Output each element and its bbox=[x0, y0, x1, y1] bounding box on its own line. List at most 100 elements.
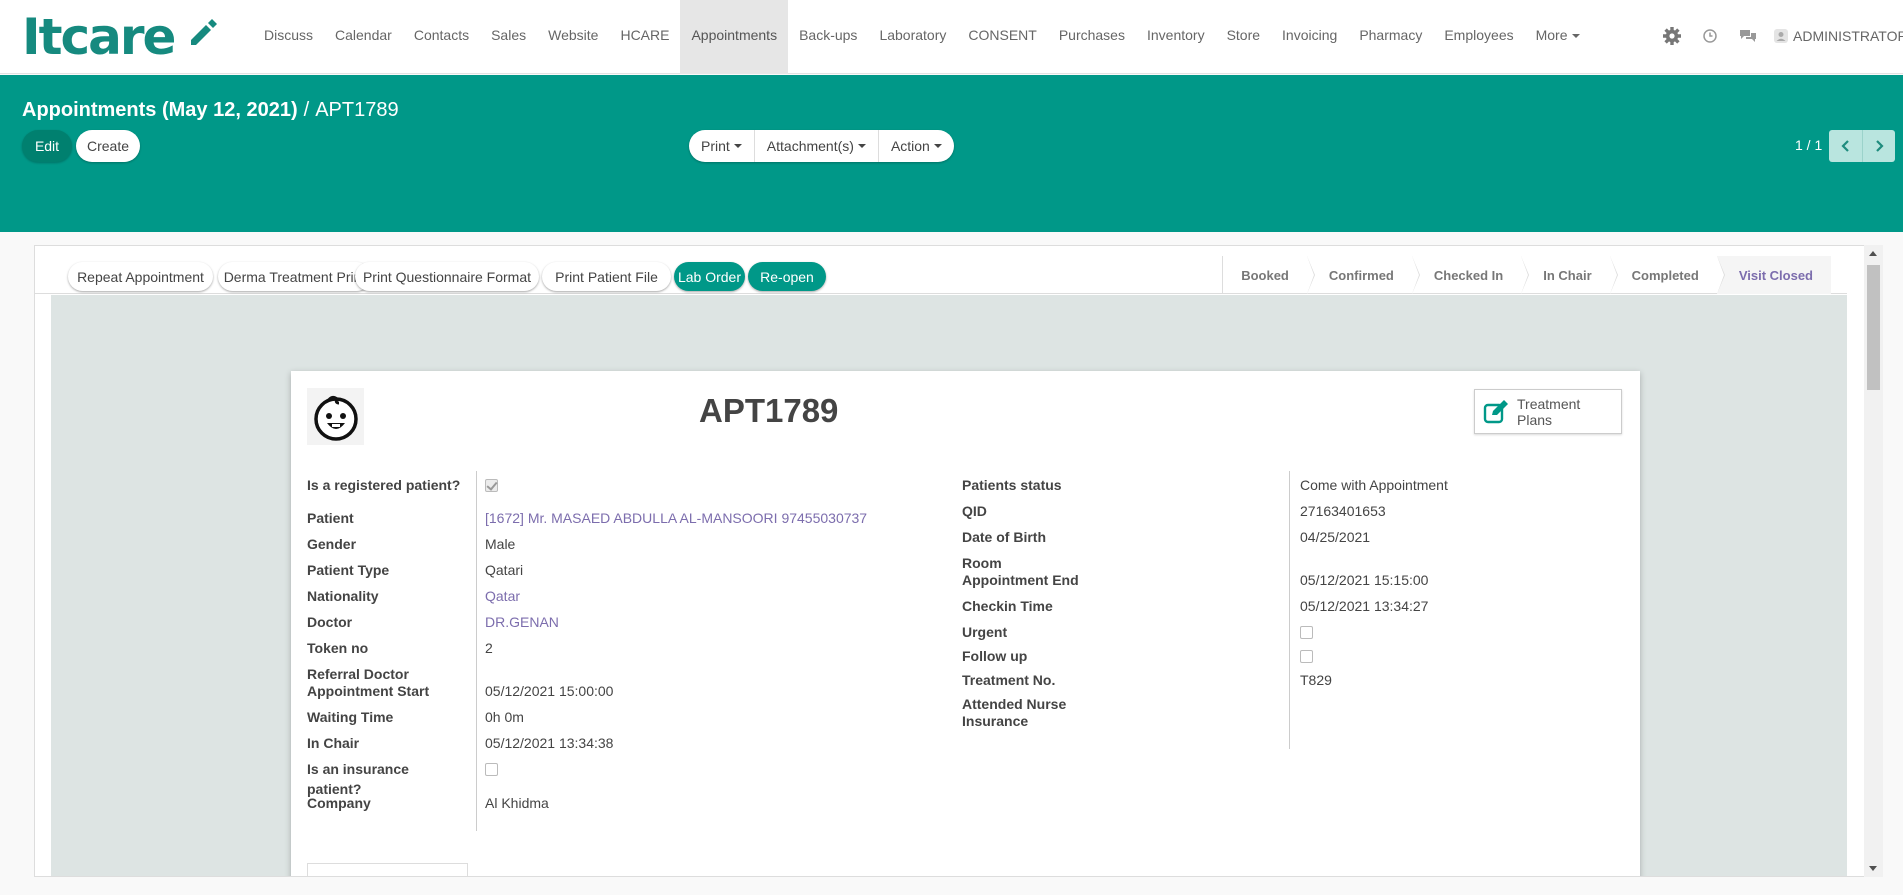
menu-item-label: Pharmacy bbox=[1359, 27, 1423, 43]
menu-item-calendar[interactable]: Calendar bbox=[324, 0, 403, 74]
top-navbar: Itcare Discuss Calendar Contacts Sales Websi… bbox=[0, 0, 1903, 74]
treatment-plans-button[interactable]: Treatment Plans bbox=[1474, 389, 1622, 434]
breadcrumb-parent[interactable]: Appointments (May 12, 2021) bbox=[22, 99, 298, 121]
sheet-background: APT1789 Treatment Plans Is a registered … bbox=[51, 295, 1847, 876]
menu-item-label: HCARE bbox=[620, 27, 670, 43]
user-menu[interactable]: ADMINISTRATOR bbox=[1767, 28, 1903, 44]
field-value[interactable]: Qatar bbox=[485, 586, 520, 606]
app-logo[interactable]: Itcare bbox=[22, 8, 176, 66]
menu-item-back-ups[interactable]: Back-ups bbox=[788, 0, 868, 74]
menu-item-sales[interactable]: Sales bbox=[480, 0, 537, 74]
breadcrumb-current: APT1789 bbox=[315, 99, 399, 121]
pager-previous-button[interactable] bbox=[1829, 130, 1862, 162]
edit-button[interactable]: Edit bbox=[22, 130, 72, 162]
print-patient-file-button[interactable]: Print Patient File bbox=[542, 262, 671, 291]
menu-item-discuss[interactable]: Discuss bbox=[253, 0, 324, 74]
field-checkbox[interactable] bbox=[1300, 626, 1313, 639]
menu-item-website[interactable]: Website bbox=[537, 0, 609, 74]
pencil-icon bbox=[186, 16, 218, 51]
field-checkbox[interactable] bbox=[485, 479, 498, 492]
vertical-scrollbar[interactable] bbox=[1864, 245, 1883, 877]
menu-item-consent[interactable]: CONSENT bbox=[957, 0, 1047, 74]
menu-item-invoicing[interactable]: Invoicing bbox=[1271, 0, 1348, 74]
field-label: Doctor bbox=[307, 614, 353, 630]
scrollbar-thumb[interactable] bbox=[1867, 265, 1880, 390]
field-value: 04/25/2021 bbox=[1300, 529, 1371, 545]
field-value[interactable]: [1672] Mr. MASAED ABDULLA AL-MANSOORI 97… bbox=[485, 508, 867, 528]
action-dropdown[interactable]: Action bbox=[879, 130, 954, 162]
menu-item-more[interactable]: More bbox=[1525, 0, 1591, 74]
activity-clock-icon[interactable] bbox=[1691, 24, 1729, 48]
menu-item-pharmacy[interactable]: Pharmacy bbox=[1348, 0, 1433, 74]
field-divider bbox=[1289, 471, 1290, 749]
stage-booked[interactable]: Booked bbox=[1223, 256, 1315, 294]
menu-item-store[interactable]: Store bbox=[1216, 0, 1271, 74]
menu-item-label: Sales bbox=[491, 27, 527, 43]
tab-treatments[interactable]: Treatments bbox=[813, 863, 883, 876]
stage-completed[interactable]: Completed bbox=[1610, 256, 1725, 294]
create-button[interactable]: Create bbox=[76, 130, 140, 162]
field-value: 05/12/2021 15:00:00 bbox=[485, 683, 614, 699]
menu-item-laboratory[interactable]: Laboratory bbox=[868, 0, 957, 74]
stage-pipeline: Booked Confirmed Checked In In Chair Complet… bbox=[1222, 256, 1831, 294]
field-label: In Chair bbox=[307, 735, 360, 751]
field-label: Insurance bbox=[962, 713, 1029, 729]
attachments-label: Attachment(s) bbox=[766, 138, 854, 154]
messages-chat-icon[interactable] bbox=[1729, 24, 1767, 48]
field-label: Is a registered patient? bbox=[307, 477, 461, 493]
field-label: Date of Birth bbox=[962, 529, 1046, 545]
menu-item-hcare[interactable]: HCARE bbox=[609, 0, 680, 74]
field-label: Patients status bbox=[962, 477, 1062, 493]
form-sheet: APT1789 Treatment Plans Is a registered … bbox=[291, 371, 1640, 876]
derma-treatment-print-button[interactable]: Derma Treatment Print bbox=[218, 262, 371, 291]
stage-confirmed[interactable]: Confirmed bbox=[1307, 256, 1420, 294]
tab-clinical-assessment[interactable]: Clinical Assessment bbox=[307, 863, 468, 876]
control-panel: Appointments (May 12, 2021) / APT1789 Edit… bbox=[0, 75, 1903, 232]
field-value: 27163401653 bbox=[1300, 503, 1386, 519]
scroll-up-arrow-icon[interactable] bbox=[1869, 251, 1877, 256]
tab-payment-lines[interactable]: Payment Lines bbox=[928, 863, 1021, 876]
re-open-button[interactable]: Re-open bbox=[748, 262, 826, 291]
field-label: Appointment End bbox=[962, 572, 1079, 588]
pager-value[interactable]: 1 / 1 bbox=[1795, 137, 1822, 153]
menu-item-label: Inventory bbox=[1146, 27, 1205, 43]
tab-attachments[interactable]: Attachments bbox=[1049, 863, 1127, 876]
print-label: Print bbox=[701, 138, 730, 154]
field-value: 05/12/2021 15:15:00 bbox=[1300, 572, 1429, 588]
field-divider bbox=[476, 471, 477, 831]
field-value: Al Khidma bbox=[485, 795, 549, 811]
menu-item-contacts[interactable]: Contacts bbox=[403, 0, 480, 74]
menu-item-label: Purchases bbox=[1058, 27, 1125, 43]
print-questionnaire-format-button[interactable]: Print Questionnaire Format bbox=[355, 262, 539, 291]
caret-down-icon bbox=[733, 144, 742, 148]
menu-item-appointments[interactable]: Appointments bbox=[680, 0, 789, 74]
logo-text: Itcare bbox=[22, 8, 176, 66]
tab-prescriptions[interactable]: Prescriptions bbox=[691, 863, 772, 876]
menu-item-employees[interactable]: Employees bbox=[1433, 0, 1524, 74]
field-checkbox[interactable] bbox=[1300, 650, 1313, 663]
stage-in-chair[interactable]: In Chair bbox=[1521, 256, 1619, 294]
tab-notes[interactable]: Notes bbox=[1184, 863, 1221, 876]
pager-next-button[interactable] bbox=[1862, 130, 1895, 162]
patient-avatar[interactable] bbox=[307, 388, 364, 445]
scroll-down-arrow-icon[interactable] bbox=[1869, 866, 1877, 871]
form-view: APT1789 Treatment Plans Is a registered … bbox=[34, 245, 1883, 877]
field-label: Patient Type bbox=[307, 562, 390, 578]
attachments-dropdown[interactable]: Attachment(s) bbox=[755, 130, 879, 162]
menu-item-label: Employees bbox=[1444, 27, 1514, 43]
menu-item-label: Website bbox=[548, 27, 599, 43]
menu-item-inventory[interactable]: Inventory bbox=[1136, 0, 1216, 74]
print-dropdown[interactable]: Print bbox=[689, 130, 755, 162]
menu-item-label: Back-ups bbox=[799, 27, 858, 43]
field-value[interactable]: DR.GENAN bbox=[485, 612, 559, 632]
settings-gear-icon[interactable] bbox=[1653, 24, 1691, 48]
field-checkbox[interactable] bbox=[485, 763, 498, 776]
menu-item-purchases[interactable]: Purchases bbox=[1048, 0, 1136, 74]
field-label: Appointment Start bbox=[307, 683, 430, 699]
tab-complaints-and-findings[interactable]: Complaints and Findings bbox=[493, 863, 647, 876]
stage-checked-in[interactable]: Checked In bbox=[1412, 256, 1530, 294]
repeat-appointment-button[interactable]: Repeat Appointment bbox=[68, 262, 213, 291]
field-label: Gender bbox=[307, 536, 357, 552]
lab-order-button[interactable]: Lab Order bbox=[674, 262, 745, 291]
stage-visit-closed[interactable]: Visit Closed bbox=[1716, 256, 1831, 294]
